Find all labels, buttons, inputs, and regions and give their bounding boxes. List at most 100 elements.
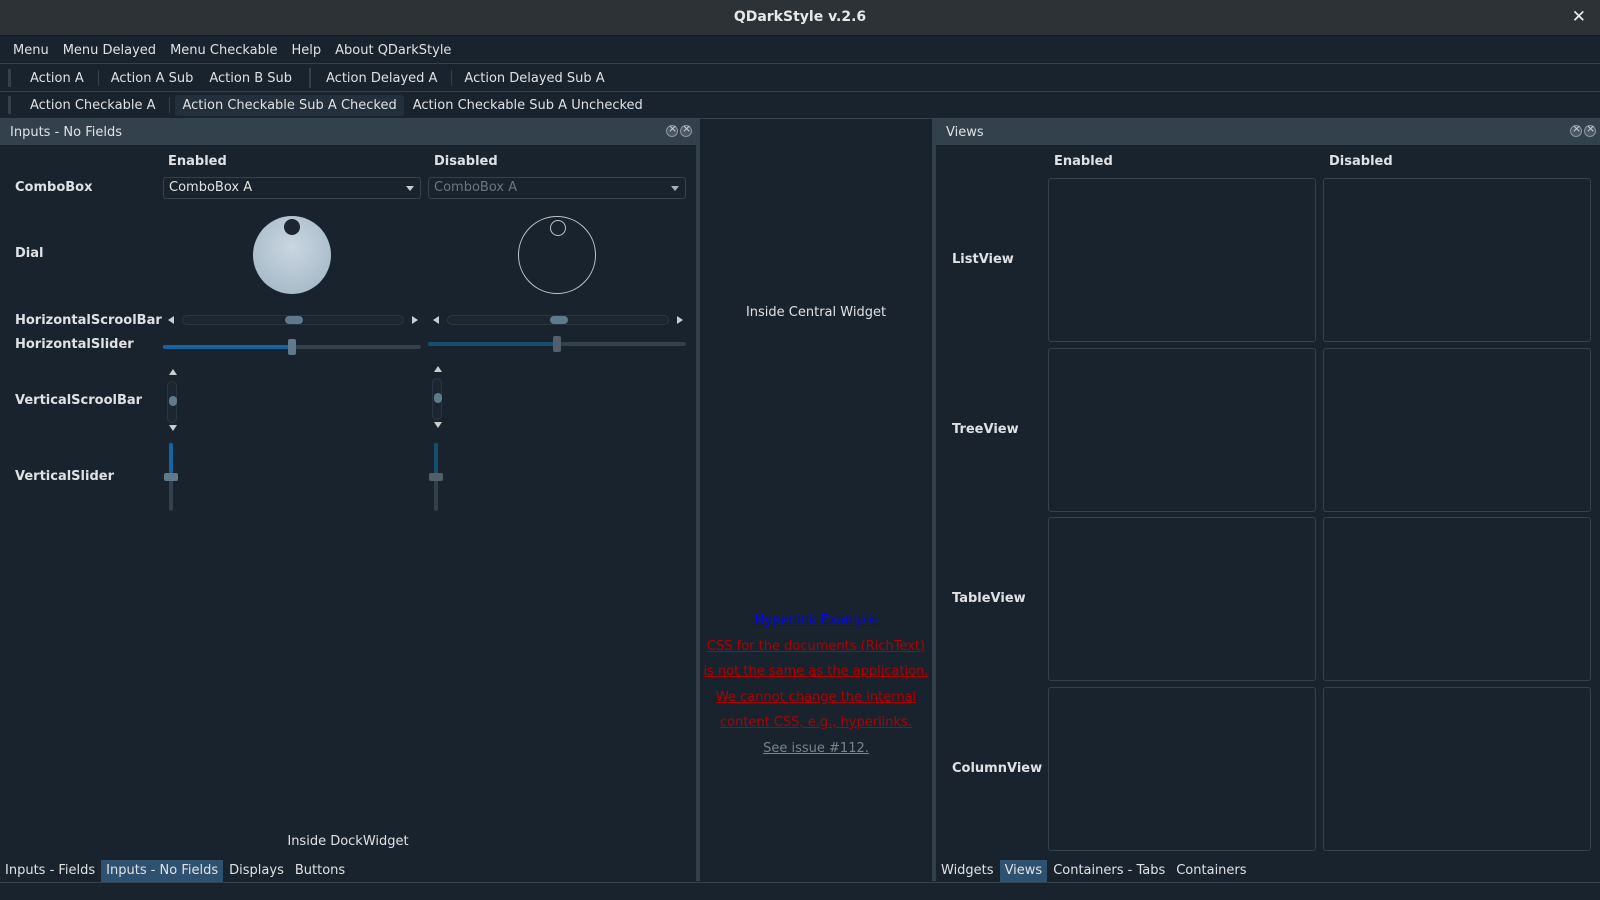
close-icon[interactable]: ✕ <box>1572 7 1586 27</box>
action-checkable-a-button[interactable]: Action Checkable A <box>23 95 162 116</box>
hscrollbar-enabled[interactable] <box>164 313 422 327</box>
scroll-handle <box>550 316 568 324</box>
toolbar-checkable: Action Checkable A Action Checkable Sub … <box>0 92 1600 119</box>
dock-float-icon[interactable] <box>666 122 678 137</box>
action-delayed-a-button[interactable]: Action Delayed A <box>319 68 444 89</box>
tab-views[interactable]: Views <box>999 860 1049 882</box>
tab-displays[interactable]: Displays <box>224 860 290 882</box>
row-label-vscroll: VerticalScroolBar <box>15 393 143 408</box>
views-col-header-disabled: Disabled <box>1329 154 1393 169</box>
action-delayed-sub-a-button[interactable]: Action Delayed Sub A <box>457 68 611 89</box>
col-header-enabled: Enabled <box>168 154 227 169</box>
window-titlebar: QDarkStyle v.2.6 ✕ <box>0 0 1600 36</box>
tab-buttons[interactable]: Buttons <box>290 860 352 882</box>
window-title: QDarkStyle v.2.6 <box>733 9 867 25</box>
row-label-tableview: TableView <box>952 591 1026 606</box>
dock-float-icon[interactable] <box>1570 122 1582 137</box>
row-label-hslider: HorizontalSlider <box>15 337 134 352</box>
col-header-disabled: Disabled <box>434 154 498 169</box>
arrow-up-icon <box>434 366 442 372</box>
slider-fill <box>163 345 292 349</box>
menu-menu[interactable]: Menu <box>6 43 56 58</box>
issue-link[interactable]: See issue #112. <box>700 736 932 762</box>
slider-handle <box>553 336 561 352</box>
dial-enabled[interactable] <box>253 216 331 294</box>
scroll-handle[interactable] <box>285 316 303 324</box>
combobox-value: ComboBox A <box>169 180 253 195</box>
row-label-columnview: ColumnView <box>952 761 1043 776</box>
richtext-line: is not the same as the application. <box>703 664 929 679</box>
vslider-enabled[interactable] <box>164 443 178 511</box>
action-b-sub-button[interactable]: Action B Sub <box>202 68 299 89</box>
arrow-down-icon[interactable] <box>169 425 177 431</box>
toolbar-handle[interactable] <box>309 68 312 88</box>
row-label-treeview: TreeView <box>952 422 1019 437</box>
tab-containers-tabs[interactable]: Containers - Tabs <box>1048 860 1172 882</box>
right-dock-tabbar: Widgets Views Containers - Tabs Containe… <box>936 860 1253 882</box>
treeview-enabled[interactable] <box>1048 348 1316 512</box>
row-label-dial: Dial <box>15 246 44 261</box>
hslider-enabled[interactable] <box>163 339 421 355</box>
chevron-down-icon <box>406 186 414 191</box>
chevron-down-icon <box>671 186 679 191</box>
slider-handle <box>429 473 443 481</box>
action-checkable-sub-a-unchecked-button[interactable]: Action Checkable Sub A Unchecked <box>406 95 650 116</box>
dock-splitter-left[interactable] <box>696 119 700 881</box>
richtext-line: content CSS, e.g., hyperlinks. <box>720 715 912 730</box>
combobox-disabled: ComboBox A <box>428 177 686 199</box>
dial-disabled <box>518 216 596 294</box>
hyperlink[interactable]: Hyperlink Example <box>700 608 932 634</box>
toolbar-handle[interactable] <box>8 96 11 114</box>
tab-inputs-fields[interactable]: Inputs - Fields <box>0 860 102 882</box>
action-a-button[interactable]: Action A <box>23 68 91 89</box>
row-label-listview: ListView <box>952 252 1014 267</box>
hscrollbar-disabled <box>429 313 687 327</box>
dock-splitter-right[interactable] <box>932 119 936 881</box>
toolbar-separator <box>451 70 453 86</box>
dock-close-icon[interactable] <box>1584 122 1596 137</box>
arrow-right-icon[interactable] <box>412 316 418 324</box>
menu-checkable[interactable]: Menu Checkable <box>163 43 284 58</box>
slider-handle[interactable] <box>288 339 296 355</box>
vscrollbar-disabled <box>431 366 445 430</box>
tableview-enabled[interactable] <box>1048 517 1316 681</box>
combobox-enabled[interactable]: ComboBox A <box>163 177 421 199</box>
toolbar-separator <box>169 97 171 113</box>
right-dock-titlebar: Views <box>936 119 1600 145</box>
arrow-down-icon <box>434 422 442 428</box>
tableview-disabled <box>1323 517 1591 681</box>
listview-enabled[interactable] <box>1048 178 1316 342</box>
scroll-handle[interactable] <box>169 396 177 406</box>
arrow-left-icon[interactable] <box>168 316 174 324</box>
left-dock-tabbar: Inputs - Fields Inputs - No Fields Displ… <box>0 860 352 882</box>
action-a-sub-button[interactable]: Action A Sub <box>104 68 201 89</box>
vscrollbar-enabled[interactable] <box>166 369 180 433</box>
tab-widgets[interactable]: Widgets <box>936 860 1000 882</box>
arrow-left-icon <box>433 316 439 324</box>
menu-help[interactable]: Help <box>284 43 328 58</box>
columnview-enabled[interactable] <box>1048 687 1316 851</box>
dock-footer-label: Inside DockWidget <box>287 834 409 849</box>
dock-close-icon[interactable] <box>680 122 692 137</box>
toolbar-separator <box>97 70 99 86</box>
menu-about[interactable]: About QDarkStyle <box>328 43 458 58</box>
views-col-header-enabled: Enabled <box>1054 154 1113 169</box>
tab-containers[interactable]: Containers <box>1171 860 1253 882</box>
left-dock-titlebar: Inputs - No Fields <box>0 119 696 145</box>
tab-inputs-no-fields[interactable]: Inputs - No Fields <box>101 860 225 882</box>
slider-fill <box>169 443 173 473</box>
action-checkable-sub-a-checked-button[interactable]: Action Checkable Sub A Checked <box>175 94 404 116</box>
central-label: Inside Central Widget <box>745 305 887 320</box>
dial-knob <box>284 219 300 235</box>
dial-knob <box>550 220 566 236</box>
richtext-line: We cannot change the internal <box>715 689 917 705</box>
slider-handle[interactable] <box>164 473 178 481</box>
row-label-vslider: VerticalSlider <box>15 469 114 484</box>
menubar: Menu Menu Delayed Menu Checkable Help Ab… <box>0 37 1600 64</box>
arrow-up-icon[interactable] <box>169 369 177 375</box>
menu-delayed[interactable]: Menu Delayed <box>56 43 163 58</box>
vslider-disabled <box>429 443 443 511</box>
row-label-combobox: ComboBox <box>15 180 93 195</box>
scroll-handle <box>434 393 442 403</box>
toolbar-handle[interactable] <box>8 69 11 87</box>
